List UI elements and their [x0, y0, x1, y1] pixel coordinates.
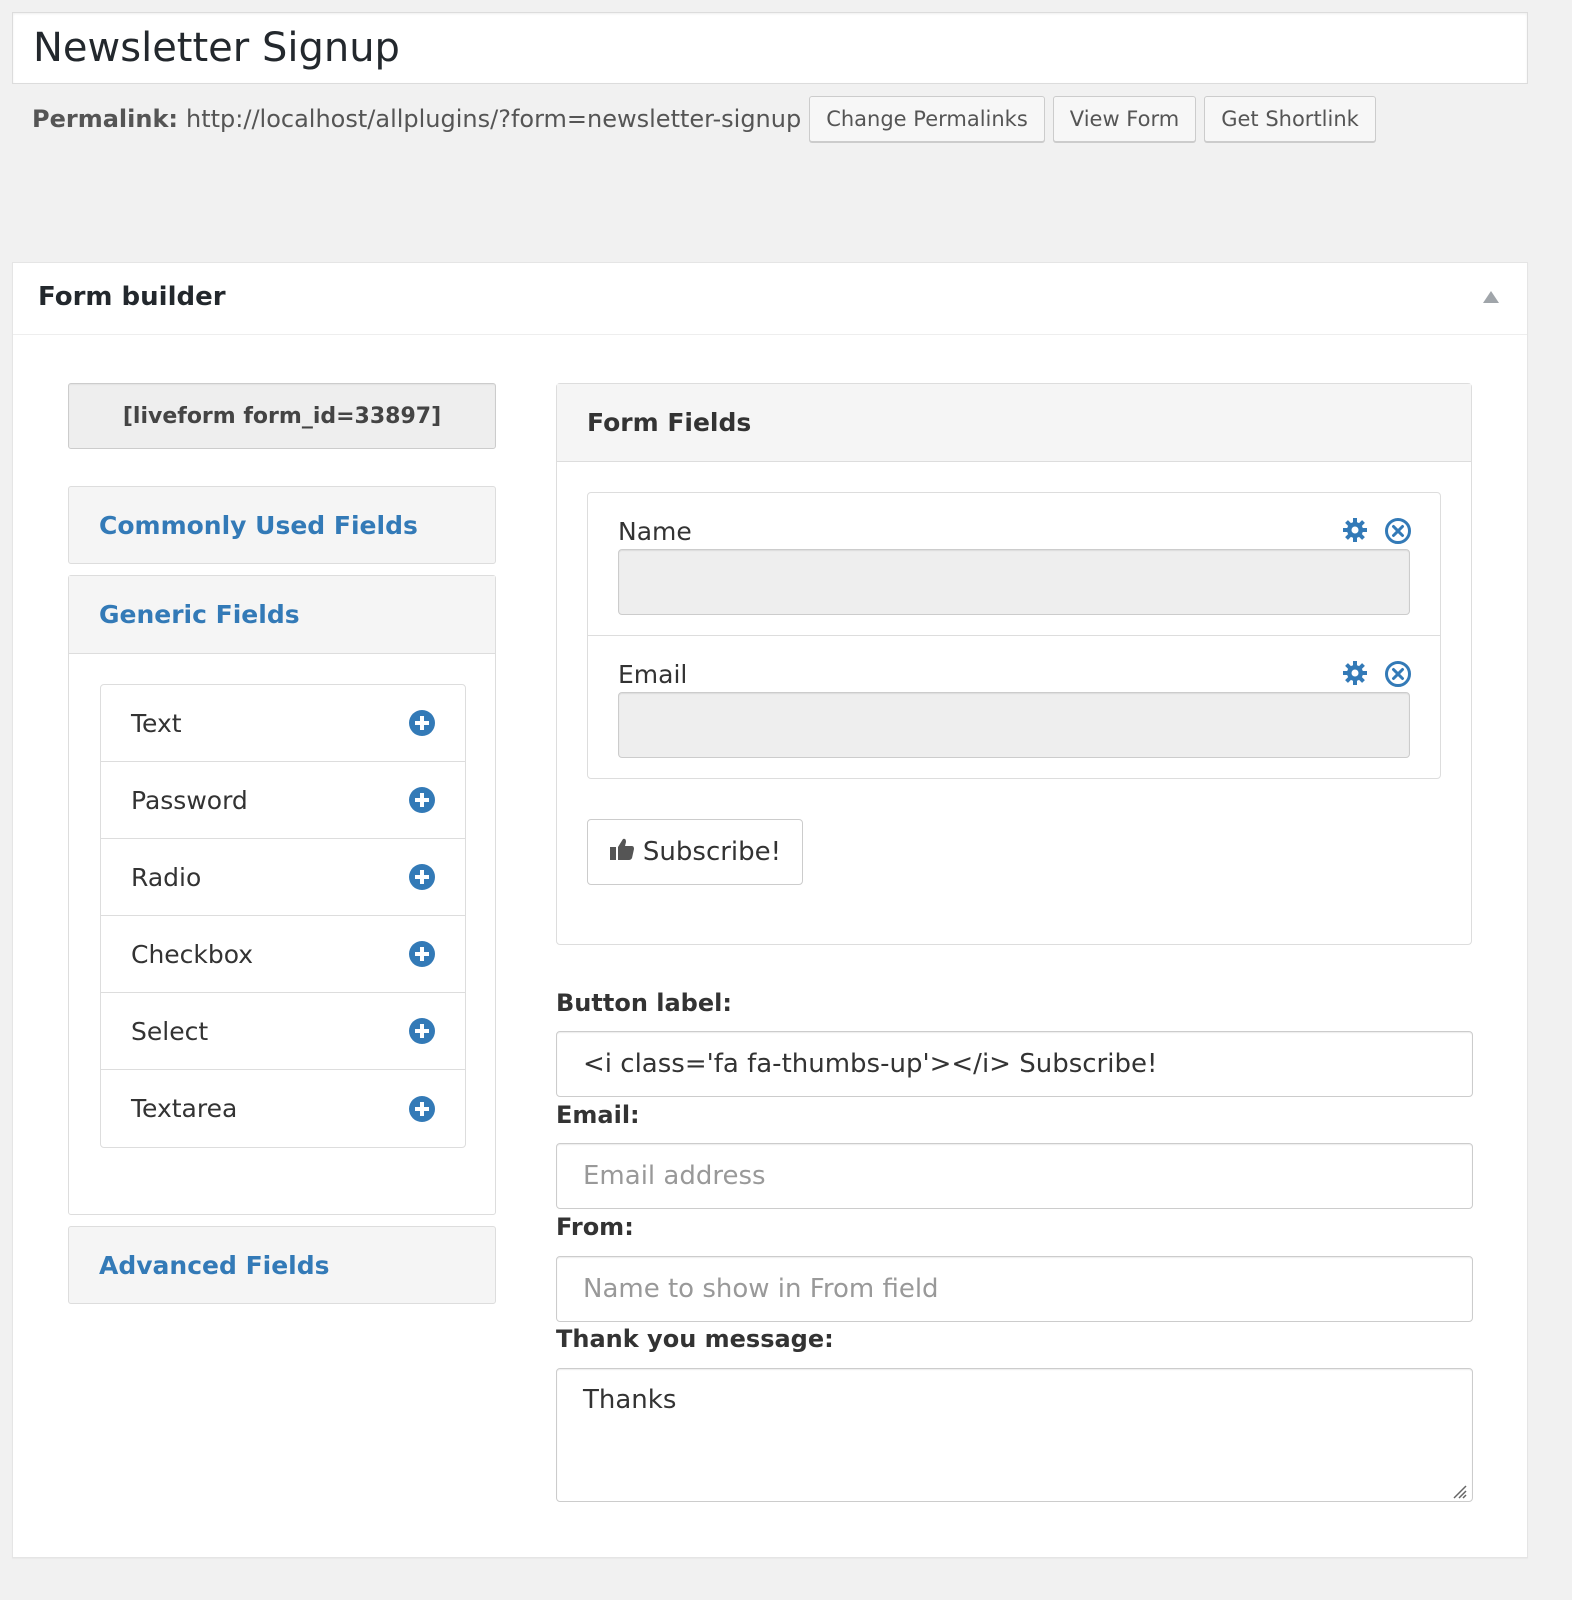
from-label: From:: [556, 1213, 634, 1241]
form-fields-title: Form Fields: [557, 384, 1471, 462]
field-type-text[interactable]: Text: [101, 685, 465, 762]
field-type-label: Checkbox: [131, 939, 254, 969]
remove-circle-icon[interactable]: [1384, 660, 1412, 688]
email-label: Email:: [556, 1101, 640, 1129]
permalink-label: Permalink:: [32, 105, 179, 133]
field-type-radio[interactable]: Radio: [101, 839, 465, 916]
form-field-label: Email: [618, 660, 688, 689]
add-circle-icon[interactable]: [409, 1095, 435, 1122]
field-type-label: Select: [131, 1016, 209, 1046]
remove-circle-icon[interactable]: [1384, 517, 1412, 545]
thank-you-label: Thank you message:: [556, 1325, 834, 1353]
form-fields-list: Name Email: [587, 492, 1441, 779]
postbox-header[interactable]: Form builder: [13, 263, 1527, 335]
field-type-label: Textarea: [131, 1094, 238, 1123]
field-type-select[interactable]: Select: [101, 993, 465, 1070]
permalink-row: Permalink: http://localhost/allplugins/?…: [32, 96, 1384, 142]
form-field-email[interactable]: Email: [588, 636, 1440, 779]
view-form-button[interactable]: View Form: [1052, 96, 1197, 142]
add-circle-icon[interactable]: [409, 710, 435, 736]
from-input[interactable]: Name to show in From field: [556, 1256, 1473, 1322]
permalink-url[interactable]: http://localhost/allplugins/?form=newsle…: [186, 105, 801, 133]
advanced-fields-header[interactable]: Advanced Fields: [68, 1226, 496, 1304]
add-circle-icon[interactable]: [409, 941, 435, 967]
change-permalinks-button[interactable]: Change Permalinks: [809, 96, 1045, 142]
subscribe-button[interactable]: Subscribe!: [587, 819, 803, 885]
add-circle-icon[interactable]: [409, 787, 435, 813]
email-input[interactable]: Email address: [556, 1143, 1473, 1209]
post-title-field[interactable]: Newsletter Signup: [12, 12, 1528, 84]
field-type-password[interactable]: Password: [101, 762, 465, 839]
get-shortlink-button[interactable]: Get Shortlink: [1204, 96, 1376, 142]
form-builder-postbox: Form builder [liveform form_id=33897] Co…: [12, 262, 1528, 1558]
post-title[interactable]: Newsletter Signup: [33, 25, 400, 71]
form-field-label: Name: [618, 517, 692, 546]
form-field-name[interactable]: Name: [588, 493, 1440, 636]
gear-icon[interactable]: [1342, 660, 1368, 688]
email-input-preview: [618, 692, 1410, 758]
commonly-used-fields-header[interactable]: Commonly Used Fields: [68, 486, 496, 564]
field-type-checkbox[interactable]: Checkbox: [101, 916, 465, 993]
name-input-preview: [618, 549, 1410, 615]
field-type-label: Radio: [131, 862, 202, 892]
postbox-title: Form builder: [38, 282, 226, 312]
gear-icon[interactable]: [1342, 517, 1368, 545]
field-type-label: Text: [131, 708, 182, 738]
add-circle-icon[interactable]: [409, 864, 435, 890]
collapse-arrow-icon[interactable]: [1483, 291, 1499, 303]
thank-you-textarea[interactable]: Thanks: [556, 1368, 1473, 1502]
subscribe-button-label: Subscribe!: [642, 837, 782, 867]
button-label-input[interactable]: <i class='fa fa-thumbs-up'></i> Subscrib…: [556, 1031, 1473, 1097]
field-type-textarea[interactable]: Textarea: [101, 1070, 465, 1147]
shortcode-display[interactable]: [liveform form_id=33897]: [68, 383, 496, 449]
thumbs-up-icon: [609, 837, 635, 868]
generic-fields-header[interactable]: Generic Fields: [69, 576, 495, 654]
generic-fields-panel: Generic Fields Text Password Radio Check…: [68, 575, 496, 1215]
button-label-label: Button label:: [556, 989, 732, 1017]
thank-you-value: Thanks: [583, 1385, 677, 1415]
form-fields-panel: Form Fields Name Email Subscribe!: [556, 383, 1472, 945]
generic-field-list: Text Password Radio Checkbox Select Text…: [100, 684, 466, 1148]
add-circle-icon[interactable]: [409, 1018, 435, 1044]
resize-handle-icon[interactable]: [1448, 1477, 1468, 1499]
field-type-label: Password: [131, 785, 248, 815]
